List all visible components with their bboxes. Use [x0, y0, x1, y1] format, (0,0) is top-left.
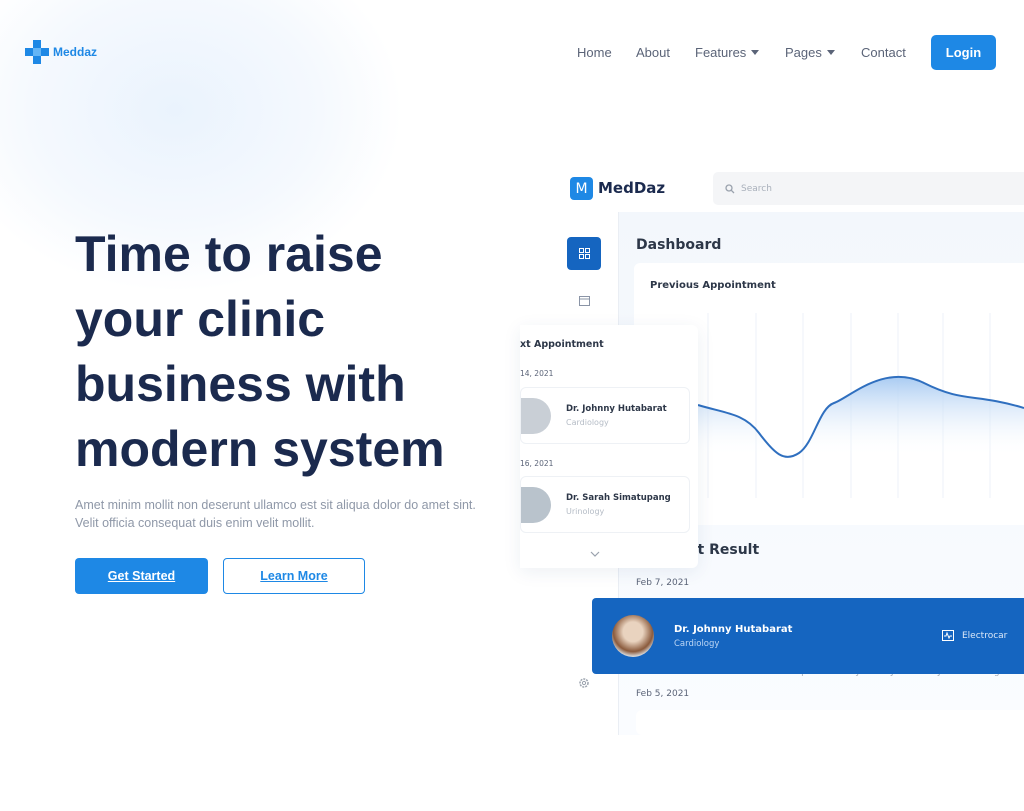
hero-title: Time to raise your clinic business with … — [75, 222, 515, 482]
caret-down-icon — [826, 50, 835, 55]
doctor-avatar — [612, 615, 654, 657]
sidebar-dashboard-button[interactable] — [567, 237, 601, 270]
appointment-item[interactable]: Dr. Sarah Simatupang Urinology — [520, 476, 690, 533]
doctor-specialty: Cardiology — [674, 639, 720, 649]
brand-name: Meddaz — [53, 45, 98, 59]
caret-down-icon — [751, 50, 760, 55]
mockup-search-input[interactable]: Search — [713, 172, 1024, 205]
mockup-brand: MedDaz — [598, 179, 666, 197]
login-button[interactable]: Login — [931, 35, 996, 70]
hero-title-line: modern system — [75, 421, 445, 477]
dashboard-title: Dashboard — [636, 237, 722, 253]
hero-title-line: your clinic — [75, 291, 326, 347]
doctor-name: Dr. Sarah Simatupang — [566, 493, 671, 503]
search-icon — [725, 183, 735, 193]
next-appointment-card: xt Appointment 14, 2021 Dr. Johnny Hutab… — [520, 325, 698, 568]
logo-icon — [25, 40, 49, 64]
test-name: Electrocar — [962, 631, 1008, 641]
get-started-button[interactable]: Get Started — [75, 558, 208, 594]
nav-contact[interactable]: Contact — [861, 45, 906, 60]
brand-logo[interactable]: Meddaz — [25, 40, 97, 64]
appointment-date: 16, 2021 — [520, 459, 554, 468]
nav-pages-label: Pages — [785, 45, 822, 60]
nav-pages[interactable]: Pages — [785, 45, 835, 60]
appointment-item[interactable]: Dr. Johnny Hutabarat Cardiology — [520, 387, 690, 444]
ecg-icon — [942, 630, 954, 641]
calendar-icon[interactable] — [579, 295, 590, 306]
mockup-logo-icon: M — [570, 177, 593, 200]
next-appointment-title: xt Appointment — [520, 339, 604, 350]
doctor-avatar — [521, 398, 551, 434]
nav-features[interactable]: Features — [695, 45, 760, 60]
search-placeholder: Search — [741, 183, 772, 194]
appointment-date: 14, 2021 — [520, 369, 554, 378]
test-result-date: Feb 5, 2021 — [636, 689, 690, 699]
doctor-avatar — [521, 487, 551, 523]
previous-appointment-title: Previous Appointment — [650, 280, 776, 291]
hero-description: Amet minim mollit non deserunt ullamco e… — [75, 498, 476, 530]
test-result-row[interactable] — [636, 710, 1024, 735]
doctor-name: Dr. Johnny Hutabarat — [566, 404, 667, 414]
hero-title-line: Time to raise — [75, 226, 383, 282]
grid-icon — [578, 248, 590, 259]
doctor-name: Dr. Johnny Hutabarat — [674, 624, 793, 635]
nav-features-label: Features — [695, 45, 747, 60]
hero-title-line: business with — [75, 356, 406, 412]
test-result-row[interactable]: Dr. Johnny Hutabarat Cardiology Electroc… — [592, 598, 1024, 674]
test-result-date: Feb 7, 2021 — [636, 578, 690, 588]
chevron-down-icon[interactable] — [590, 551, 600, 557]
doctor-specialty: Urinology — [566, 507, 605, 516]
settings-gear-icon[interactable] — [578, 677, 590, 689]
nav-about[interactable]: About — [636, 45, 670, 60]
learn-more-button[interactable]: Learn More — [223, 558, 365, 594]
doctor-specialty: Cardiology — [566, 418, 609, 427]
nav-home[interactable]: Home — [577, 45, 612, 60]
